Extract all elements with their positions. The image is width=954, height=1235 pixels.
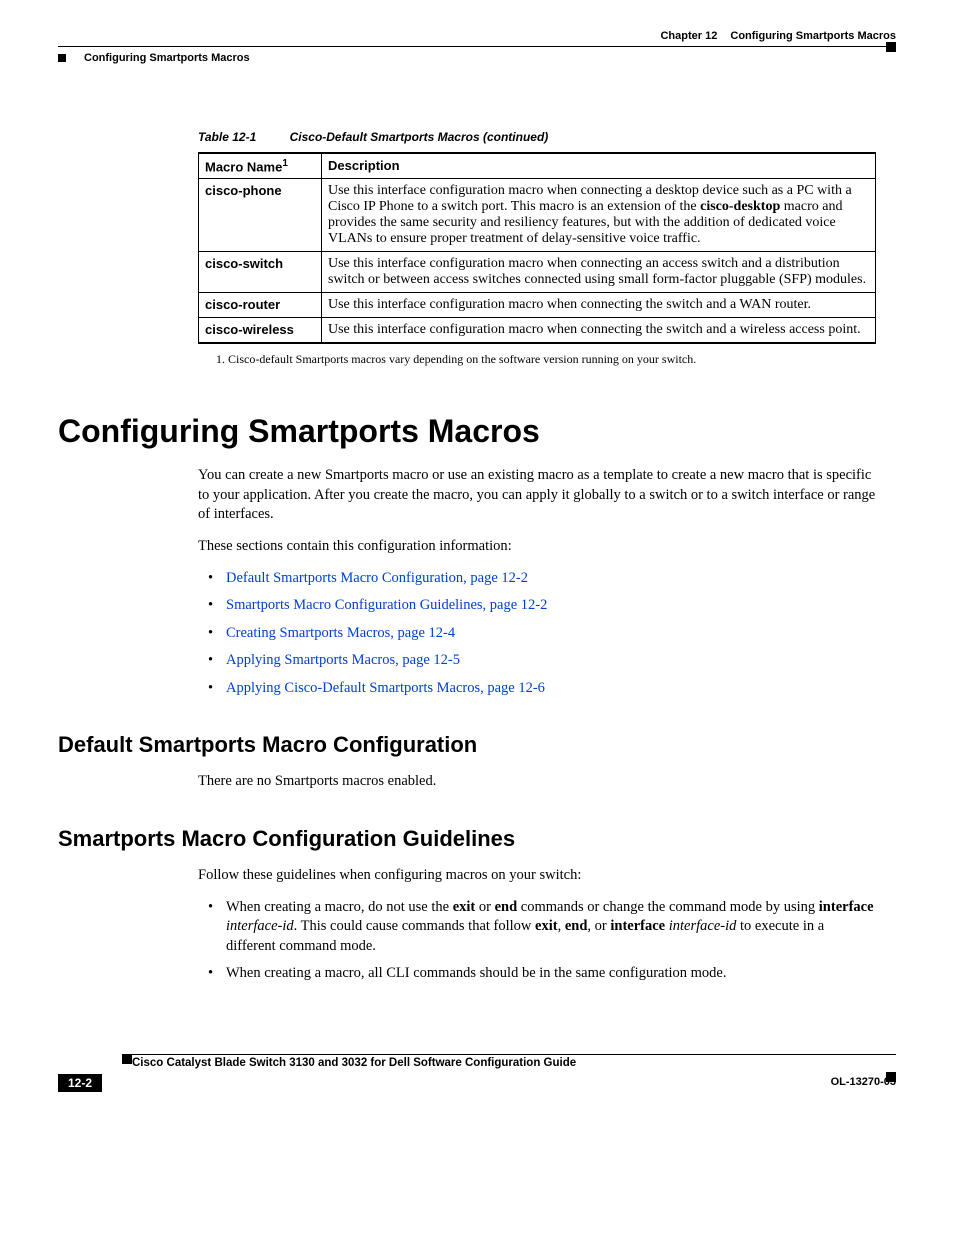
list-item: When creating a macro, do not use the ex… <box>198 898 876 957</box>
subsection-heading: Default Smartports Macro Configuration <box>58 732 876 758</box>
subsection-heading: Smartports Macro Configuration Guideline… <box>58 826 876 852</box>
table-caption: Table 12-1 Cisco-Default Smartports Macr… <box>198 130 876 144</box>
decor-square <box>886 42 896 52</box>
col-header-desc: Description <box>322 153 876 179</box>
running-head-left: Configuring Smartports Macros <box>84 52 250 64</box>
table-row: cisco-phone Use this interface configura… <box>199 179 876 252</box>
macro-desc: Use this interface configuration macro w… <box>322 318 876 344</box>
macro-desc: Use this interface configuration macro w… <box>322 179 876 252</box>
macro-name: cisco-router <box>199 293 322 318</box>
section-links-list: Default Smartports Macro Configuration, … <box>198 569 876 699</box>
col-header-name: Macro Name1 <box>199 153 322 179</box>
table-row: cisco-router Use this interface configur… <box>199 293 876 318</box>
subsection-intro: Follow these guidelines when configuring… <box>198 866 876 886</box>
section-heading: Configuring Smartports Macros <box>58 413 876 450</box>
xref-link[interactable]: Smartports Macro Configuration Guideline… <box>226 597 547 613</box>
guidelines-list: When creating a macro, do not use the ex… <box>198 898 876 984</box>
table-row: cisco-switch Use this interface configur… <box>199 252 876 293</box>
xref-link[interactable]: Creating Smartports Macros, page 12-4 <box>226 625 455 641</box>
macro-desc: Use this interface configuration macro w… <box>322 293 876 318</box>
decor-square <box>58 54 66 62</box>
footer-guide-title: Cisco Catalyst Blade Switch 3130 and 303… <box>132 1057 896 1069</box>
macro-name: cisco-wireless <box>199 318 322 344</box>
page-number: 12-2 <box>58 1074 102 1092</box>
section-list-intro: These sections contain this configuratio… <box>198 537 876 557</box>
macros-table: Macro Name1 Description cisco-phone Use … <box>198 152 876 344</box>
macro-name: cisco-switch <box>199 252 322 293</box>
decor-square <box>122 1054 132 1064</box>
macro-name: cisco-phone <box>199 179 322 252</box>
table-number: Table 12-1 <box>198 130 256 144</box>
chapter-title: Configuring Smartports Macros <box>730 30 896 42</box>
table-title: Cisco-Default Smartports Macros (continu… <box>290 130 549 144</box>
section-intro: You can create a new Smartports macro or… <box>198 466 876 525</box>
subsection-body: There are no Smartports macros enabled. <box>198 772 876 792</box>
list-item: When creating a macro, all CLI commands … <box>198 964 876 984</box>
macro-desc: Use this interface configuration macro w… <box>322 252 876 293</box>
decor-square <box>886 1072 896 1082</box>
page-footer: Cisco Catalyst Blade Switch 3130 and 303… <box>58 1054 896 1104</box>
table-footnote: 1. Cisco-default Smartports macros vary … <box>216 352 876 367</box>
page-header: Chapter 12 Configuring Smartports Macros… <box>58 30 896 70</box>
xref-link[interactable]: Applying Smartports Macros, page 12-5 <box>226 652 460 668</box>
xref-link[interactable]: Applying Cisco-Default Smartports Macros… <box>226 680 545 696</box>
xref-link[interactable]: Default Smartports Macro Configuration, … <box>226 570 528 586</box>
table-row: cisco-wireless Use this interface config… <box>199 318 876 344</box>
chapter-label: Chapter 12 <box>660 30 717 42</box>
